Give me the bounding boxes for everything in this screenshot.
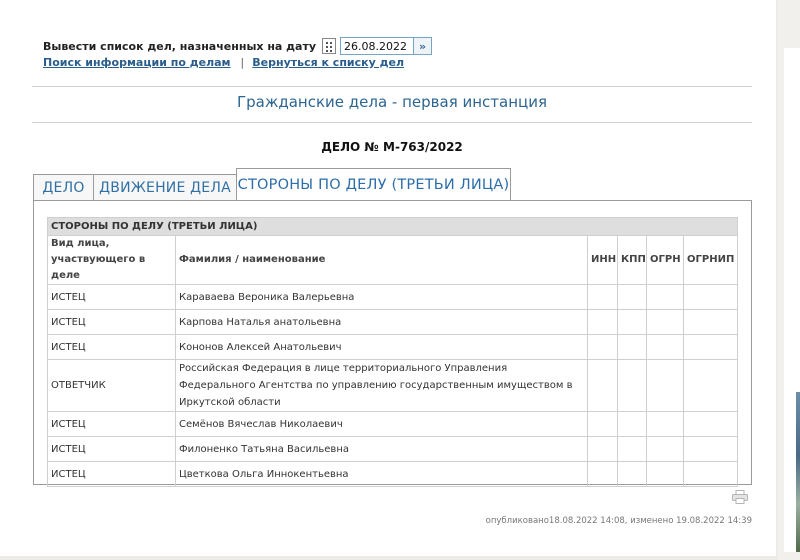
inn-cell	[587, 411, 618, 437]
date-filter: Вывести список дел, назначенных на дату …	[43, 36, 433, 56]
table-caption: СТОРОНЫ ПО ДЕЛУ (ТРЕТЬИ ЛИЦА)	[46, 217, 739, 236]
ogrnip-cell	[682, 334, 739, 360]
party-type: ИСТЕЦ	[47, 436, 176, 462]
kpp-cell	[617, 461, 647, 487]
ogrnip-cell	[682, 411, 739, 437]
inn-cell	[587, 284, 618, 310]
ogrn-cell	[646, 436, 684, 462]
inn-cell	[587, 359, 618, 412]
ogrnip-cell	[682, 284, 739, 310]
case-number: ДЕЛО № М-763/2022	[321, 140, 463, 154]
divider	[32, 122, 752, 123]
column-header: КПП	[617, 235, 647, 285]
inn-cell	[587, 334, 618, 360]
ogrn-cell	[646, 309, 684, 335]
date-input[interactable]	[340, 37, 415, 55]
party-name: Российская Федерация в лице территориаль…	[175, 359, 588, 412]
party-type: ОТВЕТЧИК	[47, 359, 176, 412]
kpp-cell	[617, 334, 647, 360]
ogrnip-cell	[682, 461, 739, 487]
tab-case[interactable]: ДЕЛО	[33, 174, 94, 201]
party-name: Семёнов Вячеслав Николаевич	[175, 411, 588, 437]
party-name: Кононов Алексей Анатольевич	[175, 334, 588, 360]
table-row: ИСТЕЦ Кононов Алексей Анатольевич	[47, 334, 739, 360]
link-separator: |	[240, 56, 245, 69]
column-header: ИНН	[587, 235, 618, 285]
table-row: ИСТЕЦ Цветкова Ольга Иннокентьевна	[47, 461, 739, 487]
section-title: Гражданские дела - первая инстанция	[236, 93, 548, 111]
kpp-cell	[617, 411, 647, 437]
party-name: Карпова Наталья анатольевна	[175, 309, 588, 335]
column-header: ОГРНИП	[682, 235, 739, 285]
ogrnip-cell	[682, 309, 739, 335]
table-row: ИСТЕЦ Каравaева Вероника Валерьевна	[47, 284, 739, 310]
ogrn-cell	[646, 334, 684, 360]
search-cases-link[interactable]: Поиск информации по делам	[43, 56, 231, 69]
table-row: ИСТЕЦ Филоненко Татьяна Васильевна	[47, 436, 739, 462]
date-filter-label: Вывести список дел, назначенных на дату	[43, 39, 317, 53]
ogrn-cell	[646, 359, 684, 412]
ogrnip-cell	[682, 359, 739, 412]
calendar-icon[interactable]	[322, 38, 337, 54]
party-type: ИСТЕЦ	[47, 334, 176, 360]
back-to-list-link[interactable]: Вернуться к списку дел	[252, 56, 404, 69]
kpp-cell	[617, 309, 647, 335]
column-header: ОГРН	[646, 235, 684, 285]
double-chevron-icon[interactable]: »	[414, 37, 433, 55]
sidebar-image	[796, 392, 800, 552]
table-caption-row: СТОРОНЫ ПО ДЕЛУ (ТРЕТЬИ ЛИЦА)	[46, 217, 739, 236]
kpp-cell	[617, 359, 647, 412]
column-header: Фамилия / наименование	[175, 235, 588, 285]
table-row: ИСТЕЦ Семёнов Вячеслав Николаевич	[47, 411, 739, 437]
party-name: Филоненко Татьяна Васильевна	[175, 436, 588, 462]
inn-cell	[587, 309, 618, 335]
printer-icon[interactable]	[732, 490, 748, 504]
inn-cell	[587, 436, 618, 462]
party-type: ИСТЕЦ	[47, 309, 176, 335]
table-row: ИСТЕЦ Карпова Наталья анатольевна	[47, 309, 739, 335]
kpp-cell	[617, 436, 647, 462]
tab-case-movement[interactable]: ДВИЖЕНИЕ ДЕЛА	[93, 174, 237, 201]
parties-table: СТОРОНЫ ПО ДЕЛУ (ТРЕТЬИ ЛИЦА) Вид лица, …	[46, 217, 739, 487]
ogrnip-cell	[682, 436, 739, 462]
party-type: ИСТЕЦ	[47, 411, 176, 437]
inn-cell	[587, 461, 618, 487]
column-header: Вид лица, участвующего в деле	[47, 235, 176, 285]
party-name: Каравaева Вероника Валерьевна	[175, 284, 588, 310]
ogrn-cell	[646, 411, 684, 437]
publication-info: опубликовано18.08.2022 14:08, изменено 1…	[485, 516, 752, 526]
ogrn-cell	[646, 284, 684, 310]
table-row: ОТВЕТЧИК Российская Федерация в лице тер…	[47, 359, 739, 412]
tab-parties[interactable]: СТОРОНЫ ПО ДЕЛУ (ТРЕТЬИ ЛИЦА)	[236, 168, 511, 201]
party-name: Цветкова Ольга Иннокентьевна	[175, 461, 588, 487]
ogrn-cell	[646, 461, 684, 487]
kpp-cell	[617, 284, 647, 310]
divider	[32, 86, 752, 87]
nav-links: Поиск информации по делам | Вернуться к …	[43, 56, 404, 69]
party-type: ИСТЕЦ	[47, 284, 176, 310]
table-header-row: Вид лица, участвующего в деле Фамилия / …	[47, 235, 739, 285]
party-type: ИСТЕЦ	[47, 461, 176, 487]
